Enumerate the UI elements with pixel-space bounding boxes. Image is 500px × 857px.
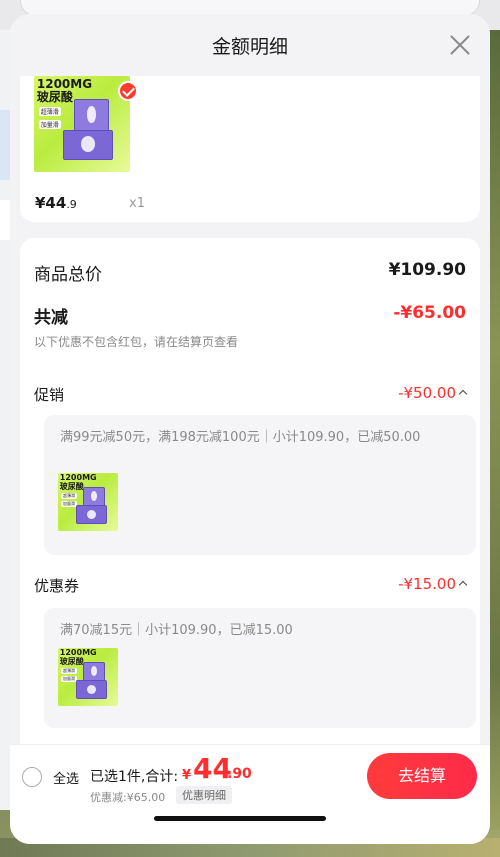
selected-count: 已选1件,合计: bbox=[90, 769, 179, 785]
home-indicator[interactable] bbox=[154, 816, 326, 821]
price-details-card: 商品总价 ¥109.90 共减 -¥65.00 以下优惠不包含红包，请在结算页查… bbox=[20, 238, 480, 758]
close-icon[interactable] bbox=[448, 32, 472, 56]
selected-check-icon[interactable] bbox=[118, 81, 138, 101]
product-price-dec: .9 bbox=[66, 198, 77, 211]
discount-note: 以下优惠不包含红包，请在结算页查看 bbox=[34, 335, 239, 349]
sum-decimal: .90 bbox=[227, 766, 252, 782]
total-price-value: ¥109.90 bbox=[388, 260, 466, 280]
promotion-detail-box: 满99元减50元，满198元减100元｜小计109.90，已减50.00 120… bbox=[44, 415, 476, 555]
product-price: ¥44.9 bbox=[35, 194, 77, 212]
thumb-tag: 超薄滑 bbox=[61, 667, 77, 674]
product-box-art bbox=[62, 129, 113, 161]
select-all-checkbox[interactable] bbox=[22, 767, 42, 787]
chevron-up-icon bbox=[458, 389, 468, 399]
total-reduction-label: 共减 bbox=[34, 308, 68, 328]
product-quantity: x1 bbox=[129, 196, 145, 211]
product-box-art bbox=[74, 99, 109, 132]
coupon-title: 优惠券 bbox=[34, 577, 80, 595]
product-image-tag: 超薄滑 bbox=[38, 106, 61, 116]
thumb-box-art bbox=[76, 680, 108, 700]
coupon-value: -¥15.00 bbox=[398, 575, 456, 593]
promotion-toggle[interactable]: -¥50.00 bbox=[398, 384, 468, 402]
coupon-product-thumbnail: 1200MG 玻尿酸 超薄滑 加量滑 bbox=[58, 648, 118, 706]
promotion-title: 促销 bbox=[34, 386, 65, 404]
promotion-value: -¥50.00 bbox=[398, 384, 456, 402]
thumb-tag: 超薄滑 bbox=[61, 492, 77, 499]
select-all-label[interactable]: 全选 bbox=[53, 768, 79, 787]
product-price-int: ¥44 bbox=[35, 194, 67, 212]
discount-amount: 优惠减:¥65.00 bbox=[90, 791, 166, 804]
checkout-bar: 全选 已选1件,合计: ¥ 44 .90 优惠减:¥65.00 优惠明细 去结算 bbox=[10, 744, 490, 844]
promotion-product-thumbnail: 1200MG 玻尿酸 超薄滑 加量滑 bbox=[58, 473, 118, 531]
sheet-header: 金额明细 bbox=[10, 14, 490, 76]
coupon-detail-box: 满70减15元｜小计109.90，已减15.00 1200MG 玻尿酸 超薄滑 … bbox=[44, 608, 476, 728]
thumb-box-art bbox=[83, 661, 105, 682]
sum-currency: ¥ bbox=[182, 768, 192, 783]
product-image-tag: 加量滑 bbox=[38, 120, 61, 130]
product-image-brand-line1: 1200MG bbox=[36, 76, 93, 91]
thumb-tag: 加量滑 bbox=[61, 675, 77, 682]
amount-detail-sheet: 1200MG 玻尿酸 超薄滑 加量滑 ¥44.9 x1 金额明细 商品总价 ¥1… bbox=[10, 14, 490, 844]
coupon-toggle[interactable]: -¥15.00 bbox=[398, 575, 468, 593]
thumb-box-art bbox=[83, 486, 105, 507]
thumb-box-art bbox=[76, 505, 108, 525]
total-reduction-value: -¥65.00 bbox=[393, 303, 466, 323]
discount-detail-button[interactable]: 优惠明细 bbox=[176, 786, 232, 804]
thumb-tag: 加量滑 bbox=[61, 500, 77, 507]
coupon-detail-text: 满70减15元｜小计109.90，已减15.00 bbox=[60, 623, 293, 638]
product-image[interactable]: 1200MG 玻尿酸 超薄滑 加量滑 bbox=[34, 76, 130, 172]
checkout-button[interactable]: 去结算 bbox=[367, 753, 477, 799]
product-card: 1200MG 玻尿酸 超薄滑 加量滑 ¥44.9 x1 bbox=[20, 76, 480, 222]
sheet-title: 金额明细 bbox=[211, 36, 288, 58]
total-price-label: 商品总价 bbox=[34, 265, 102, 285]
chevron-up-icon bbox=[458, 580, 468, 590]
promotion-detail-text: 满99元减50元，满198元减100元｜小计109.90，已减50.00 bbox=[60, 430, 421, 445]
